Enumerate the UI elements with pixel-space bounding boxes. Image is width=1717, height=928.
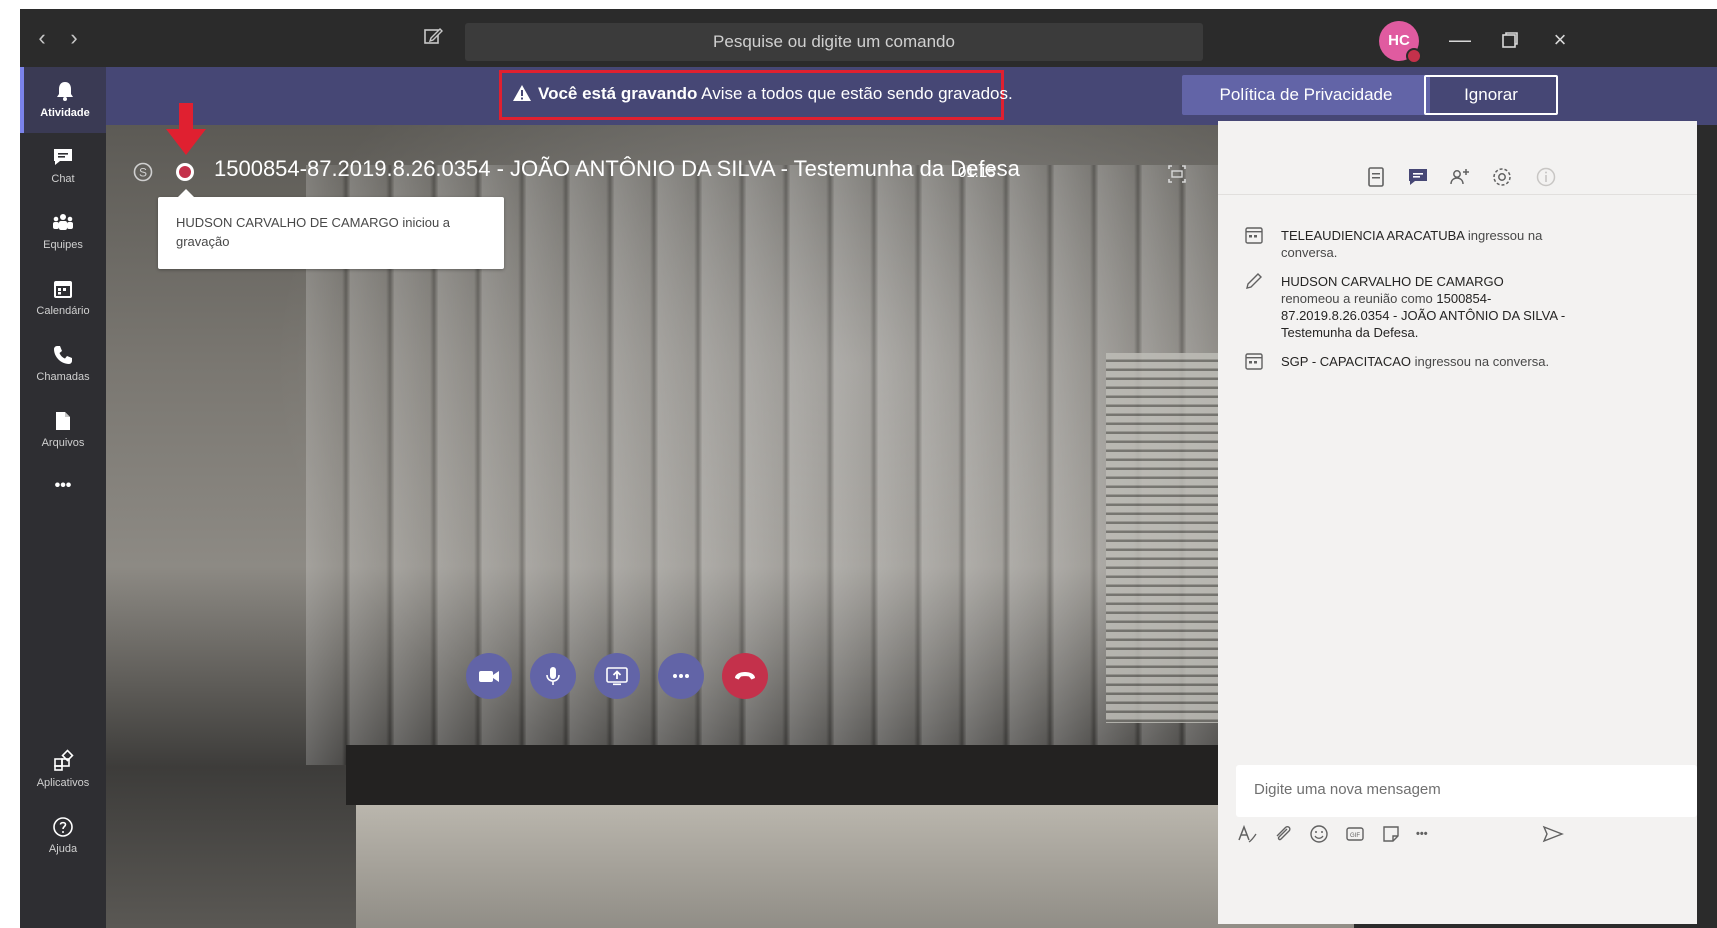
gif-icon[interactable]: GIF xyxy=(1344,823,1366,845)
warning-icon xyxy=(513,85,531,101)
phone-icon xyxy=(54,346,72,364)
rail-item-calls[interactable]: Chamadas xyxy=(20,331,106,397)
file-icon xyxy=(56,412,70,430)
participants-icon[interactable] xyxy=(1448,165,1472,189)
chat-message-text: renomeou a reunião como xyxy=(1281,291,1437,306)
recording-notice-bold: Você está gravando xyxy=(538,84,698,103)
privacy-policy-button[interactable]: Política de Privacidade xyxy=(1182,75,1430,115)
red-arrow-icon xyxy=(166,103,206,155)
rail-label: Chat xyxy=(51,173,75,185)
recording-banner: Você está gravando Avise a todos que est… xyxy=(106,67,1717,125)
info-icon[interactable] xyxy=(1534,165,1558,189)
chat-message-author: TELEAUDIENCIA ARACATUBA xyxy=(1281,228,1465,243)
join-icon xyxy=(1245,353,1263,370)
hang-up-button[interactable] xyxy=(722,653,768,699)
camera-button[interactable] xyxy=(466,653,512,699)
expand-icon[interactable] xyxy=(1166,163,1188,185)
message-input[interactable]: Digite uma nova mensagem xyxy=(1254,781,1441,798)
teams-icon xyxy=(53,214,73,230)
chat-message: SGP - CAPACITACAO ingressou na conversa. xyxy=(1281,353,1601,370)
skype-icon: S xyxy=(133,162,153,182)
search-input[interactable]: Pesquise ou digite um comando xyxy=(465,23,1203,61)
svg-text:S: S xyxy=(139,166,147,180)
rail-label: Atividade xyxy=(40,107,90,119)
ignore-button[interactable]: Ignorar xyxy=(1424,75,1558,115)
gear-icon[interactable] xyxy=(1490,165,1514,189)
rail-item-files[interactable]: Arquivos xyxy=(20,397,106,463)
apps-icon xyxy=(54,749,74,771)
chat-message: TELEAUDIENCIA ARACATUBA ingressou na con… xyxy=(1281,227,1571,261)
svg-text:GIF: GIF xyxy=(1350,833,1360,839)
recording-notice-text: Avise a todos que estão sendo gravados. xyxy=(701,84,1013,103)
chat-panel: TELEAUDIENCIA ARACATUBA ingressou na con… xyxy=(1218,121,1697,924)
video-background xyxy=(356,805,1354,928)
help-icon xyxy=(53,817,73,837)
recording-icon[interactable] xyxy=(174,161,196,183)
chat-message-author: SGP - CAPACITACAO xyxy=(1281,354,1412,369)
bell-icon xyxy=(57,82,73,101)
forward-icon[interactable]: › xyxy=(64,25,84,51)
minimize-button[interactable]: — xyxy=(1440,23,1480,57)
rail-item-help[interactable]: Ajuda xyxy=(20,803,106,869)
more-options-button[interactable] xyxy=(658,653,704,699)
rail-item-activity[interactable]: Atividade xyxy=(20,67,106,133)
attach-icon[interactable] xyxy=(1272,823,1294,845)
title-bar: ‹ › Pesquise ou digite um comando HC — × xyxy=(20,9,1717,67)
send-icon[interactable] xyxy=(1542,823,1564,845)
meeting-title: 1500854-87.2019.8.26.0354 - JOÃO ANTÔNIO… xyxy=(214,156,1020,181)
rail-label: Equipes xyxy=(43,239,83,251)
chat-icon[interactable] xyxy=(1406,165,1430,189)
rail-item-chat[interactable]: Chat xyxy=(20,133,106,199)
chat-message: HUDSON CARVALHO DE CAMARGO renomeou a reu… xyxy=(1281,273,1571,341)
compose-icon[interactable] xyxy=(422,25,448,51)
rail-item-teams[interactable]: Equipes xyxy=(20,199,106,265)
chat-icon xyxy=(54,149,72,165)
status-badge xyxy=(1406,48,1422,64)
format-icon[interactable] xyxy=(1236,823,1258,845)
close-button[interactable]: × xyxy=(1540,23,1580,57)
notes-icon[interactable] xyxy=(1364,165,1388,189)
pencil-icon xyxy=(1246,273,1262,289)
maximize-button[interactable] xyxy=(1490,23,1530,57)
share-screen-icon xyxy=(606,667,628,686)
microphone-icon xyxy=(546,667,560,685)
join-icon xyxy=(1245,227,1263,244)
recording-notice: Você está gravando Avise a todos que est… xyxy=(512,84,1013,104)
share-screen-button[interactable] xyxy=(594,653,640,699)
message-compose-box[interactable]: Digite uma nova mensagem xyxy=(1236,765,1697,817)
chat-message-text: ingressou na conversa. xyxy=(1411,354,1550,369)
more-apps-button[interactable]: ••• xyxy=(20,471,106,501)
rail-item-apps[interactable]: Aplicativos xyxy=(20,737,106,803)
left-rail: Atividade Chat Equipes Calendário Chamad… xyxy=(20,67,106,928)
calendar-icon xyxy=(54,281,72,298)
meeting-timer: 01:15 xyxy=(958,164,996,181)
rail-label: Aplicativos xyxy=(36,777,90,789)
rail-item-calendar[interactable]: Calendário xyxy=(20,265,106,331)
sticker-icon[interactable] xyxy=(1380,823,1402,845)
rail-label: Calendário xyxy=(36,305,90,317)
rail-label: Chamadas xyxy=(36,371,90,383)
chat-message-author: HUDSON CARVALHO DE CAMARGO xyxy=(1281,274,1504,289)
recording-tooltip: HUDSON CARVALHO DE CAMARGO iniciou a gra… xyxy=(158,189,504,269)
microphone-button[interactable] xyxy=(530,653,576,699)
video-background xyxy=(346,745,1354,805)
emoji-icon[interactable] xyxy=(1308,823,1330,845)
rail-label: Ajuda xyxy=(48,843,78,855)
back-icon[interactable]: ‹ xyxy=(32,25,52,51)
more-icon xyxy=(673,674,689,678)
more-icon[interactable]: ••• xyxy=(1416,823,1438,845)
hang-up-icon xyxy=(735,672,755,680)
camera-icon xyxy=(479,671,499,682)
rail-label: Arquivos xyxy=(41,437,85,449)
teams-window: ‹ › Pesquise ou digite um comando HC — ×… xyxy=(20,9,1717,928)
chat-toolbar xyxy=(1218,121,1697,195)
